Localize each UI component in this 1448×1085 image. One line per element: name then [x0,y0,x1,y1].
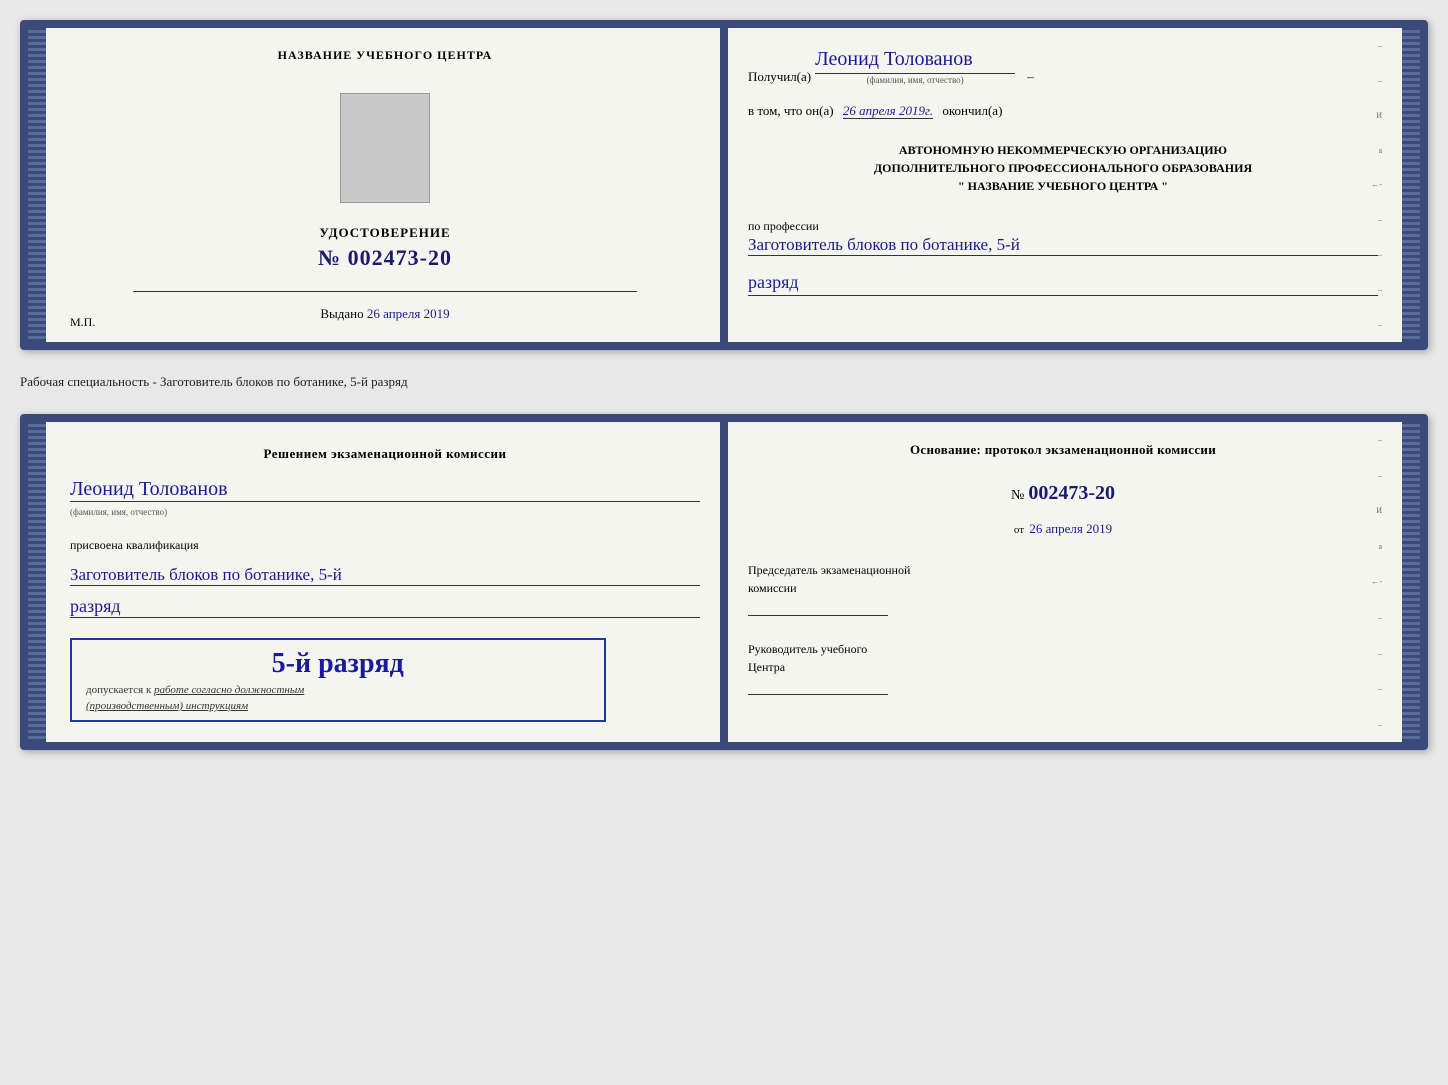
side-note-dash3: – [1378,215,1382,224]
side-note-dash5: – [1378,285,1382,294]
chairman-title: Председатель экзаменационной комиссии [748,561,1378,597]
from-date-block: от 26 апреля 2019 [748,521,1378,537]
bottom-doc-left-page: Решением экзаменационной комиссии Леонид… [46,422,724,742]
b-side-note-dash1: – [1378,435,1382,444]
allows-text: допускается к работе согласно должностны… [86,684,590,696]
side-note-dash6: – [1378,320,1382,329]
b-side-note-dash2: – [1378,471,1382,480]
qualification-value: Заготовитель блоков по ботанике, 5-й [70,565,700,586]
b-side-note-dash3: – [1378,613,1382,622]
from-label: от [1014,524,1024,536]
side-note-dash2: – [1378,76,1382,85]
bottom-right-side-notes: – – И а ←- – – – – [1371,422,1382,742]
fio-label-top: (фамилия, имя, отчество) [867,75,964,85]
b-side-note-dash5: – [1378,684,1382,693]
b-side-note-dash4: – [1378,649,1382,658]
top-document: НАЗВАНИЕ УЧЕБНОГО ЦЕНТРА УДОСТОВЕРЕНИЕ №… [20,20,1428,350]
b-side-note-a: а [1378,542,1382,551]
page-wrapper: НАЗВАНИЕ УЧЕБНОГО ЦЕНТРА УДОСТОВЕРЕНИЕ №… [20,20,1428,750]
right-decorative-strip [1402,28,1420,342]
person-name-block: Леонид Толованов (фамилия, имя, отчество… [70,478,700,520]
issued-date-value: 26 апреля 2019 [367,306,450,321]
rank-big-text: 5-й разряд [86,648,590,680]
decision-text: Решением экзаменационной комиссии [70,446,700,462]
certified-date: 26 апреля 2019г. [843,103,933,119]
head-block: Руководитель учебного Центра [748,640,1378,695]
qualification-label: присвоена квалификация [70,538,700,553]
chairman-block: Председатель экзаменационной комиссии [748,561,1378,616]
profession-block: по профессии Заготовитель блоков по бота… [748,217,1378,256]
protocol-number-block: № 002473-20 [748,482,1378,505]
protocol-number: 002473-20 [1028,482,1115,504]
b-side-note-i: И [1376,506,1382,515]
chairman-signature-line [748,615,888,616]
head-title: Руководитель учебного Центра [748,640,1378,676]
profession-value: Заготовитель блоков по ботанике, 5-й [748,235,1378,256]
rank-value-top: разряд [748,272,1378,296]
top-right-content: Получил(а) Леонид Толованов (фамилия, им… [748,48,1378,296]
person-name-bottom: Леонид Толованов [70,478,700,502]
photo-placeholder [340,93,430,203]
b-side-note-dash6: – [1378,720,1382,729]
top-doc-left-page: НАЗВАНИЕ УЧЕБНОГО ЦЕНТРА УДОСТОВЕРЕНИЕ №… [46,28,724,342]
head-signature-line [748,694,888,695]
top-doc-right-page: Получил(а) Леонид Толованов (фамилия, им… [724,28,1402,342]
bottom-right-content: Основание: протокол экзаменационной коми… [748,442,1378,695]
bottom-right-strip [1402,422,1420,742]
side-note-i: И [1376,111,1382,120]
issued-date-line: Выдано 26 апреля 2019 [320,306,449,322]
left-decorative-strip [28,28,46,342]
allows-text-2: (производственным) инструкциям [86,700,590,712]
org-name-block: АВТОНОМНУЮ НЕКОММЕРЧЕСКУЮ ОРГАНИЗАЦИЮ ДО… [748,141,1378,195]
mp-label: М.П. [70,315,95,330]
separator-text: Рабочая специальность - Заготовитель бло… [20,368,1428,396]
cert-title: УДОСТОВЕРЕНИЕ [319,225,450,241]
fio-label-bottom: (фамилия, имя, отчество) [70,507,167,517]
from-date-value: 26 апреля 2019 [1029,521,1112,536]
rank-box: 5-й разряд допускается к работе согласно… [70,638,606,722]
recipient-line: Получил(а) Леонид Толованов (фамилия, им… [748,48,1378,85]
side-note-arrow: ←- [1371,180,1382,189]
side-note-dash1: – [1378,41,1382,50]
rank-value-bottom: разряд [70,596,700,618]
right-side-notes: – – И а ←- – – – – [1371,28,1382,342]
rank-block: разряд [748,270,1378,296]
bottom-left-strip [28,422,46,742]
certified-line: в том, что он(а) 26 апреля 2019г. окончи… [748,103,1378,119]
side-note-dash4: – [1378,250,1382,259]
recipient-name-block: Леонид Толованов (фамилия, имя, отчество… [815,48,1015,85]
recipient-name: Леонид Толованов [815,48,1015,74]
cert-number: № 002473-20 [318,245,452,271]
b-side-note-arrow: ←- [1371,577,1382,586]
bottom-doc-right-page: Основание: протокол экзаменационной коми… [724,422,1402,742]
received-prefix: Получил(а) [748,69,811,85]
basis-title: Основание: протокол экзаменационной коми… [748,442,1378,458]
bottom-document: Решением экзаменационной комиссии Леонид… [20,414,1428,750]
side-note-a: а [1378,146,1382,155]
training-center-label: НАЗВАНИЕ УЧЕБНОГО ЦЕНТРА [278,48,493,63]
